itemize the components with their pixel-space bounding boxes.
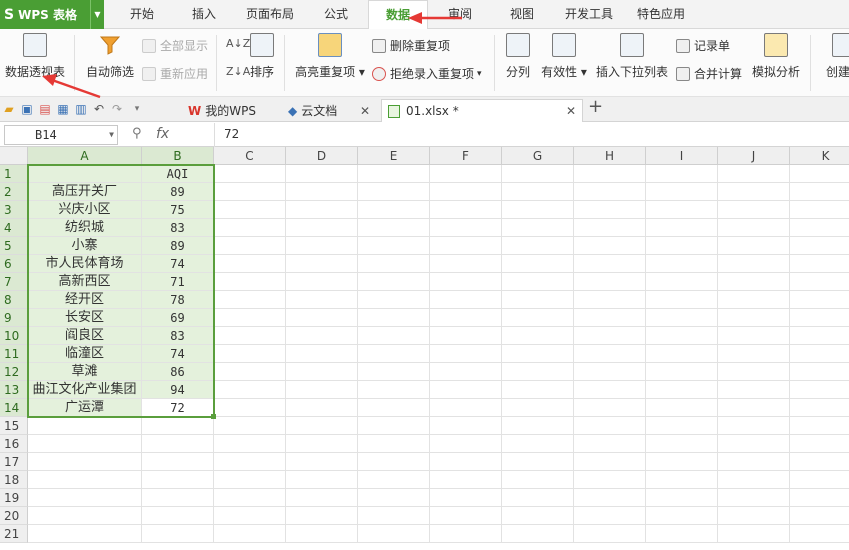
arrow-to-pivot-table bbox=[42, 74, 101, 99]
annotation-arrows bbox=[42, 12, 462, 99]
arrow-to-data-tab bbox=[408, 12, 462, 24]
wps-spreadsheet-window: S WPS 表格 ▼ 开始 插入 页面布局 公式 数据 审阅 视图 开发工具 特… bbox=[0, 0, 849, 550]
